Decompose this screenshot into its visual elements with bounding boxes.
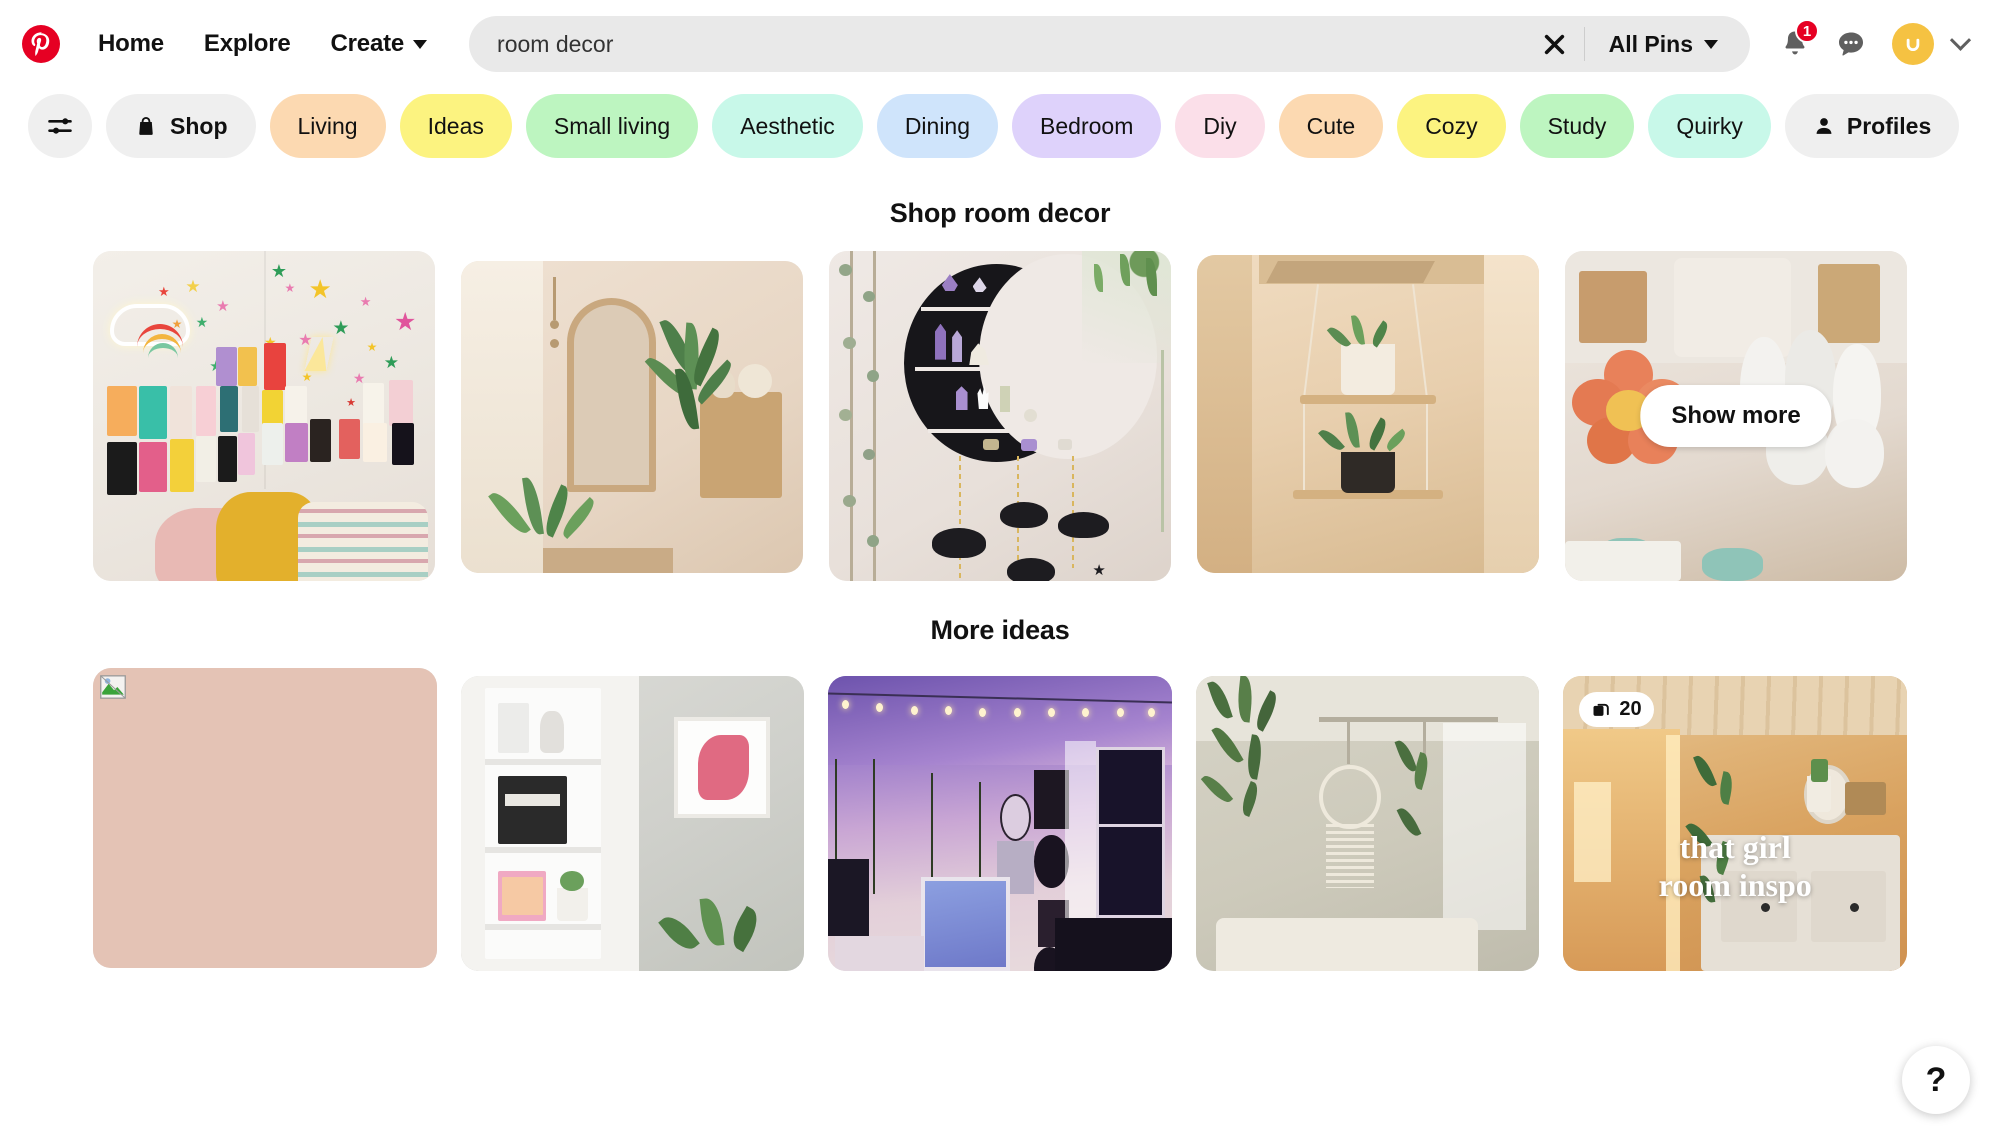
nav-item-explore[interactable]: Explore — [184, 18, 311, 70]
search-divider — [1583, 27, 1585, 61]
chip-cozy-label: Cozy — [1425, 112, 1478, 139]
avatar[interactable] — [1892, 23, 1934, 65]
chip-aesthetic-label: Aesthetic — [740, 112, 835, 139]
broken-image-icon — [100, 675, 126, 699]
chip-cozy[interactable]: Cozy — [1397, 94, 1506, 158]
filter-sliders-icon — [48, 118, 72, 134]
idea-pin-card[interactable] — [1195, 676, 1540, 971]
pin-image: ★ ★ ★ ★ ★ ★ ★ ★ ★ ★ ★ ★ ★ ★ ★ ★ ★ ★ ★ — [93, 251, 435, 581]
chip-study[interactable]: Study — [1519, 94, 1635, 158]
chip-bedroom-label: Bedroom — [1040, 112, 1134, 139]
shop-pin-card[interactable]: ★ — [829, 251, 1171, 581]
shop-pin-card[interactable]: Show more — [1565, 251, 1907, 581]
question-mark-icon: ? — [1925, 1060, 1947, 1099]
account-menu-button[interactable] — [1938, 22, 1982, 66]
more-ideas-grid: 20 that girl room inspo — [0, 668, 2000, 971]
chip-aesthetic[interactable]: Aesthetic — [712, 94, 863, 158]
chip-diy[interactable]: Diy — [1175, 94, 1265, 158]
chevron-down-icon — [1949, 29, 1971, 51]
nav-item-create[interactable]: Create — [311, 18, 448, 70]
pin-image — [461, 261, 803, 573]
close-icon[interactable] — [1532, 21, 1578, 67]
pin-image — [93, 668, 437, 968]
nav-item-create-label: Create — [330, 30, 405, 57]
avatar-smiley-icon — [1906, 38, 1920, 51]
notifications-button[interactable]: 1 — [1768, 17, 1822, 71]
messages-icon — [1839, 32, 1863, 56]
filter-settings-button[interactable] — [28, 94, 92, 158]
nav-item-explore-label: Explore — [203, 30, 291, 57]
ideas-section-title: More ideas — [930, 615, 1070, 645]
search-scope-label: All Pins — [1608, 30, 1693, 57]
messages-button[interactable] — [1824, 17, 1878, 71]
chip-cute-label: Cute — [1306, 112, 1356, 139]
shop-pin-card[interactable] — [1197, 255, 1539, 573]
pin-image — [1195, 676, 1540, 971]
search-scope-selector[interactable]: All Pins — [1591, 31, 1744, 58]
chip-shop-label: Shop — [170, 112, 228, 139]
pin-image — [828, 676, 1172, 971]
nav-item-home[interactable]: Home — [78, 18, 184, 70]
idea-pin-card[interactable]: 20 that girl room inspo — [1563, 676, 1907, 971]
chip-ideas-label: Ideas — [427, 112, 484, 139]
shop-carousel: ★ ★ ★ ★ ★ ★ ★ ★ ★ ★ ★ ★ ★ ★ ★ ★ ★ ★ ★ Sh… — [0, 251, 2000, 581]
chip-living-label: Living — [297, 112, 358, 139]
chevron-down-icon — [1704, 39, 1718, 49]
person-icon — [1816, 118, 1832, 134]
nav-item-home-label: Home — [98, 30, 164, 57]
chip-dining-label: Dining — [904, 112, 971, 139]
pin-image — [460, 676, 805, 971]
show-more-button[interactable]: Show more — [1640, 385, 1832, 447]
chip-profiles-label: Profiles — [1846, 112, 1932, 139]
chip-cute[interactable]: Cute — [1278, 94, 1384, 158]
chip-diy-label: Diy — [1203, 112, 1237, 139]
notifications-badge: 1 — [1795, 19, 1819, 43]
chip-bedroom[interactable]: Bedroom — [1012, 94, 1162, 158]
pinterest-logo-icon[interactable] — [18, 21, 64, 67]
chip-living[interactable]: Living — [269, 94, 386, 158]
carousel-stack-icon — [1593, 703, 1610, 716]
shop-section-title: Shop room decor — [889, 198, 1111, 228]
search-input[interactable]: room decor — [497, 31, 1532, 58]
carousel-count-label: 20 — [1619, 698, 1642, 720]
chip-ideas[interactable]: Ideas — [399, 94, 512, 158]
chevron-down-icon — [413, 39, 428, 49]
chip-dining[interactable]: Dining — [876, 94, 999, 158]
filter-chips-row[interactable]: Shop Living Ideas Small living Aesthetic… — [0, 88, 2000, 164]
idea-pin-card[interactable] — [460, 676, 805, 971]
top-header: Home Explore Create room decor All Pins … — [0, 0, 2000, 88]
chip-small-living[interactable]: Small living — [525, 94, 699, 158]
shop-pin-card[interactable]: ★ ★ ★ ★ ★ ★ ★ ★ ★ ★ ★ ★ ★ ★ ★ ★ ★ ★ ★ — [93, 251, 435, 581]
pin-image: ★ — [829, 251, 1171, 581]
shop-pin-card[interactable] — [461, 261, 803, 573]
pin-image — [1197, 255, 1539, 573]
chip-study-label: Study — [1547, 112, 1607, 139]
chip-quirky[interactable]: Quirky — [1648, 94, 1771, 158]
idea-pin-card[interactable] — [93, 668, 437, 968]
chip-shop[interactable]: Shop — [106, 94, 256, 158]
idea-pin-card[interactable] — [828, 676, 1172, 971]
help-button[interactable]: ? — [1902, 1046, 1970, 1114]
chip-profiles[interactable]: Profiles — [1784, 94, 1960, 158]
chip-quirky-label: Quirky — [1676, 112, 1743, 139]
carousel-count-badge: 20 — [1579, 692, 1654, 727]
shopping-bag-icon — [139, 117, 153, 135]
chip-small-living-label: Small living — [553, 112, 671, 139]
search-bar[interactable]: room decor All Pins — [469, 16, 1750, 72]
